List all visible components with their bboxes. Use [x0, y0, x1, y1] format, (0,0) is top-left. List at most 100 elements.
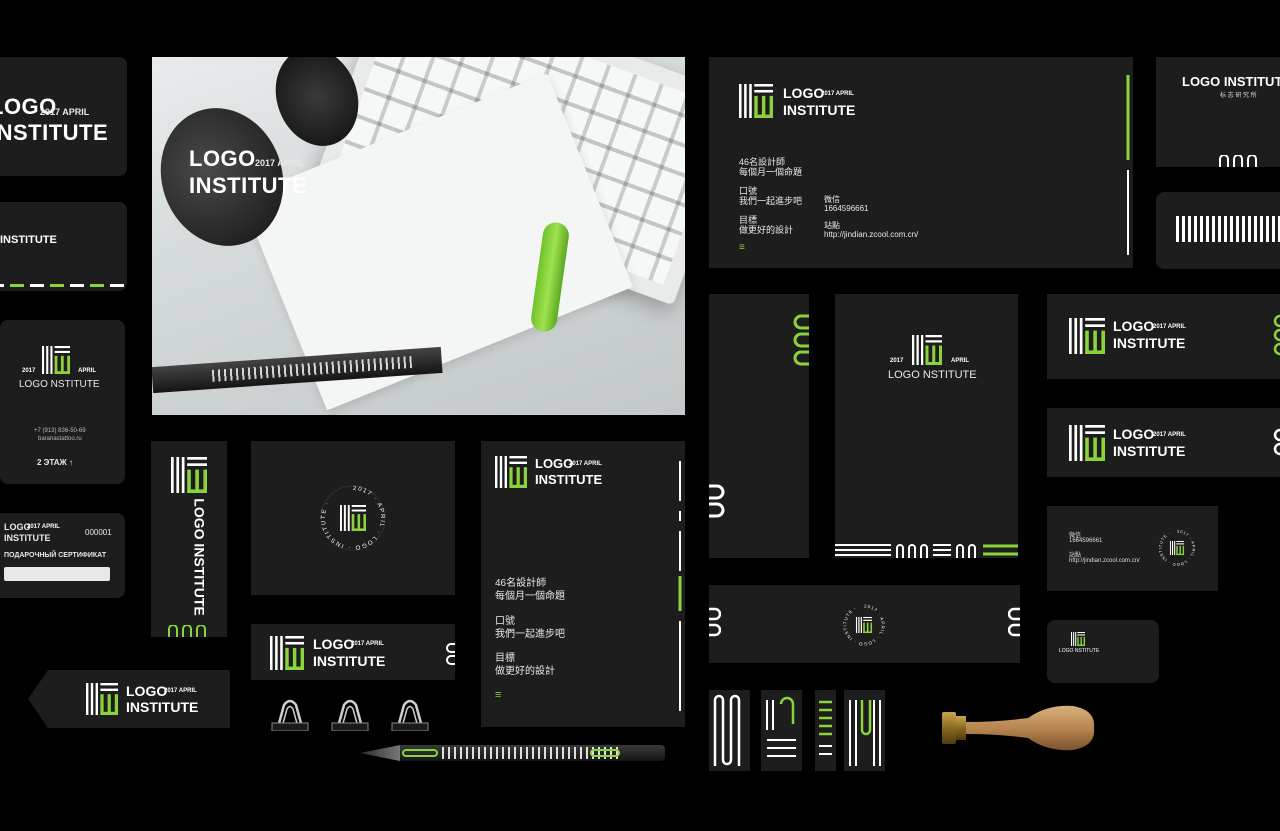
binder-clip-icon: [330, 697, 370, 731]
pattern-tile: [709, 690, 750, 771]
photo-logo-date: 2017 APRIL: [255, 158, 305, 168]
certificate-field: [4, 567, 110, 581]
chinese-name: 标 志 研 究 所: [1220, 93, 1257, 99]
arrow-tag: LOGO 2017 APRIL INSTITUTE: [28, 670, 230, 728]
logo-mark-icon: [1069, 318, 1105, 354]
logo-nstitute: LOGO NSTITUTE: [888, 369, 977, 381]
logo-mark-icon: [1071, 632, 1085, 646]
phone-number: +7 (913) 836-50-69: [34, 428, 86, 434]
horizontal-card: LOGO 2017 APRIL INSTITUTE: [1047, 408, 1280, 477]
pattern-icon: [1273, 428, 1280, 456]
logo-date: 2017 APRIL: [821, 91, 854, 97]
pattern-icon: [168, 625, 206, 637]
logo-text-line1: LOGO: [1113, 318, 1155, 334]
seal-emblem-icon: 2017 · APRIL · LOGO · INSTITUTE ·: [842, 603, 884, 646]
logo-mark-icon: [1069, 425, 1105, 461]
pattern-icon: [709, 484, 725, 518]
pattern-icon: [709, 607, 721, 637]
logo-date: 2017 APRIL: [164, 688, 197, 694]
logo-mark-icon: [739, 84, 773, 118]
contact-card: 微信 1664596661 站點 http://jindian.zcool.co…: [1047, 506, 1218, 591]
seal-card: 2017 · APRIL · LOGO · INSTITUTE ·: [251, 441, 455, 595]
photo-logo-line1: LOGO: [189, 146, 256, 171]
wechat-value: 1664596661: [824, 204, 869, 213]
logo-full: LOGO INSTITUTE: [1182, 74, 1280, 89]
slogan-label: 口號: [495, 616, 515, 627]
floor-label: 2 ЭТАЖ ↑: [37, 458, 73, 467]
pattern-tile: [815, 690, 836, 771]
business-card-small: INSTITUTE: [0, 202, 127, 291]
pattern-icon: [1126, 75, 1130, 255]
logo-date: 2017 APRIL: [27, 524, 60, 530]
logo-month: APRIL: [78, 368, 96, 374]
logo-mark-icon: [171, 457, 207, 493]
logo-text-line2: INSTITUTE: [1113, 443, 1186, 459]
slogan-text: 我們一起進步吧: [739, 196, 803, 206]
logo-nstitute: LOGO NSTITUTE: [1059, 648, 1100, 654]
logo-text-line2: INSTITUTE: [126, 699, 199, 715]
goal-label: 目標: [495, 653, 515, 664]
certificate-title: ПОДАРОЧНЫЙ СЕРТИФИКАТ: [4, 552, 107, 559]
pattern-icon: [1176, 216, 1280, 242]
logo-text-line1: LOGO: [1113, 426, 1155, 442]
logo-text-line2: INSTITUTE: [1113, 335, 1186, 351]
logo-card-chinese: LOGO INSTITUTE 标 志 研 究 所: [1156, 57, 1280, 167]
logo-text: INSTITUTE: [0, 234, 57, 246]
pattern-icon: [1008, 607, 1020, 637]
logo-year: 2017: [22, 368, 36, 374]
horizontal-card: LOGO 2017 APRIL INSTITUTE: [1047, 294, 1280, 379]
pattern-icon: [819, 700, 832, 755]
site-value: http://jindian.zcool.com.cn/: [1069, 558, 1140, 564]
logo-text-line1: LOGO: [313, 636, 355, 652]
pattern-tile: [844, 690, 885, 771]
horizontal-card: LOGO 2017 APRIL INSTITUTE: [251, 624, 455, 680]
portrait-card: 2017 APRIL LOGO NSTITUTE: [835, 294, 1018, 558]
pattern-card: [1156, 192, 1280, 269]
pattern-icon: [446, 643, 455, 665]
pattern-tile: [761, 690, 802, 771]
logo-date: 2017 APRIL: [1153, 432, 1186, 438]
menu-glyph: ≡: [495, 689, 502, 701]
info-line2: 每個月一個命題: [495, 591, 565, 602]
logo-text-line1: LOGO: [783, 85, 825, 101]
logo-date: 2017 APRIL: [351, 641, 384, 647]
logo-mark-icon: [42, 346, 70, 374]
site-value: http://jindian.zcool.com.cn/: [824, 230, 919, 239]
logo-date: 2017 APRIL: [40, 107, 90, 117]
horizontal-strip: 2017 · APRIL · LOGO · INSTITUTE ·: [709, 585, 1020, 663]
pattern-icon: [835, 544, 1018, 558]
pattern-icon: [1273, 314, 1280, 356]
logo-mark-icon: [912, 335, 942, 365]
binder-clip-icon: [390, 697, 430, 731]
website: baranastattoo.ru: [38, 436, 82, 442]
binder-clip-icon: [270, 697, 310, 731]
certificate-number: 000001: [85, 528, 112, 537]
logo-year: 2017: [890, 358, 904, 364]
logo-text-line2: INSTITUTE: [4, 533, 51, 543]
vertical-strip: [709, 294, 809, 558]
letterhead: LOGO 2017 APRIL INSTITUTE 46名設計師 每個月一個命題…: [481, 441, 685, 727]
seal-emblem-icon: 2017 · APRIL · LOGO · INSTITUTE ·: [320, 485, 386, 551]
pattern-icon: [849, 700, 881, 766]
goal-text: 做更好的設計: [495, 666, 555, 677]
logo-text-line2: INSTITUTE: [535, 472, 603, 487]
info-line1: 46名設計師: [495, 578, 547, 589]
logo-mark-icon: [86, 683, 118, 715]
goal-text: 做更好的設計: [739, 225, 794, 235]
photo-logo-line2: INSTITUTE: [189, 173, 308, 198]
pattern-icon: [713, 694, 741, 766]
pencil-icon: [152, 346, 443, 394]
pattern-icon: [678, 461, 682, 711]
logo-text-vertical: LOGO INSTITUTE: [191, 498, 208, 616]
logo-date: 2017 APRIL: [1153, 324, 1186, 330]
pattern-icon: [0, 284, 127, 287]
pattern-icon: [766, 696, 796, 757]
desk-photo: LOGO 2017 APRIL INSTITUTE: [152, 57, 685, 415]
seal-emblem-icon: 2017 · APRIL · LOGO · INSTITUTE ·: [1159, 530, 1195, 567]
slogan-text: 我們一起進步吧: [495, 629, 565, 640]
logo-date: 2017 APRIL: [569, 461, 602, 467]
pencil-icon: [360, 745, 665, 761]
logo-text-line1: LOGO: [535, 456, 574, 471]
info-line2: 每個月一個命題: [739, 167, 803, 177]
logo-text-line2: INSTITUTE: [313, 653, 386, 669]
